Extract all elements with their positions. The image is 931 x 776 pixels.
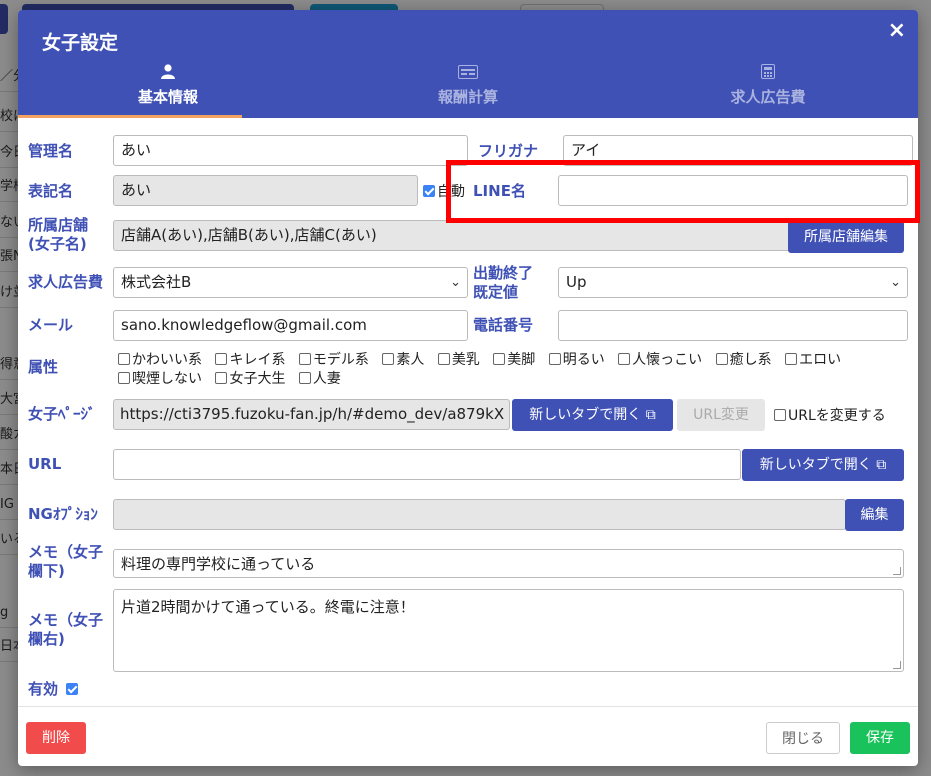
tab-ad-cost[interactable]: 求人広告費 (618, 64, 918, 118)
chevron-down-icon: ⌄ (450, 275, 461, 290)
store-input[interactable]: 店舗A(あい),店舗B(あい),店舗C(あい) (113, 220, 793, 251)
display-name-label: 表記名 (28, 182, 74, 200)
phone-input[interactable] (558, 310, 908, 341)
calculator-icon (618, 64, 918, 84)
tab-basic-info[interactable]: 基本情報 (18, 64, 318, 118)
girl-page-label: 女子ﾍﾟｰｼﾞ (28, 405, 96, 423)
shift-end-label-line1: 出勤終了 (473, 264, 534, 282)
active-checkbox[interactable] (66, 683, 79, 695)
store-label-line2: (女子名) (28, 235, 87, 253)
url-label: URL (28, 455, 62, 473)
attribute-checkbox[interactable]: 癒し系 (715, 349, 772, 369)
memo-bottom-label: メモ（女子 欄下) (28, 543, 104, 580)
attribute-checkbox[interactable]: かわいい系 (118, 349, 202, 369)
shift-end-label: 出勤終了 既定値 (473, 264, 533, 302)
attribute-checkbox[interactable]: 喫煙しない (118, 368, 202, 388)
close-icon[interactable]: × (888, 18, 906, 43)
ng-option-input[interactable] (113, 499, 846, 530)
girl-page-open-button[interactable]: 新しいタブで開く ⧉ (512, 399, 673, 431)
shift-end-selected: Up (566, 273, 587, 291)
external-link-icon: ⧉ (645, 407, 656, 423)
girl-settings-modal: 女子設定 × 基本情報 報酬計算 求人広告費 管理名 あい フリガナ アイ 表記… (18, 10, 918, 766)
memo-bottom-textarea[interactable]: 料理の専門学校に通っている (113, 549, 904, 578)
tab-reward-calc[interactable]: 報酬計算 (318, 64, 618, 118)
resize-grip-icon[interactable] (893, 661, 901, 669)
tab-label: 報酬計算 (437, 88, 498, 106)
external-link-icon: ⧉ (876, 457, 887, 473)
auto-checkbox-box[interactable] (423, 185, 435, 197)
display-name-input[interactable]: あい (113, 175, 418, 206)
girl-page-url-input[interactable]: https://cti3795.fuzoku-fan.jp/h/#demo_de… (113, 399, 510, 430)
close-button[interactable]: 閉じる (766, 722, 840, 754)
admin-name-input[interactable]: あい (113, 135, 468, 166)
attribute-checkbox[interactable]: 素人 (382, 349, 424, 369)
attribute-checkbox[interactable]: 美脚 (493, 349, 535, 369)
attributes-row-2: 喫煙しない 女子大生 人妻 (118, 368, 350, 388)
store-edit-button[interactable]: 所属店舗編集 (788, 221, 904, 253)
change-url-checkbox-box[interactable] (774, 409, 786, 421)
attribute-checkbox[interactable]: 明るい (548, 349, 605, 369)
save-button[interactable]: 保存 (850, 722, 910, 754)
admin-name-label: 管理名 (28, 142, 74, 160)
attribute-checkbox[interactable]: モデル系 (298, 349, 369, 369)
shift-end-select[interactable]: Up ⌄ (558, 267, 908, 298)
ad-cost-selected: 株式会社B (121, 273, 192, 291)
active-label: 有効 (28, 680, 80, 699)
chevron-down-icon: ⌄ (890, 275, 901, 290)
active-tab-indicator (18, 115, 242, 118)
memo-right-label: メモ（女子 欄右) (28, 611, 104, 648)
change-url-checkbox[interactable]: URLを変更する (774, 405, 886, 425)
attributes-row-1: かわいい系 キレイ系 モデル系 素人 美乳 美脚 明るい 人懐っこい 癒し系 エ… (118, 349, 850, 369)
attribute-checkbox[interactable]: 人妻 (298, 368, 341, 388)
attribute-checkbox[interactable]: キレイ系 (215, 349, 285, 369)
ad-cost-select[interactable]: 株式会社B ⌄ (113, 267, 468, 298)
attributes-label: 属性 (28, 358, 59, 376)
attribute-checkbox[interactable]: 美乳 (437, 349, 480, 369)
shift-end-label-line2: 既定値 (473, 283, 519, 301)
store-label-line1: 所属店舗 (28, 216, 89, 234)
ng-option-edit-button[interactable]: 編集 (845, 499, 904, 531)
phone-label: 電話番号 (473, 316, 534, 334)
resize-grip-icon[interactable] (893, 567, 901, 575)
memo-right-textarea[interactable]: 片道2時間かけて通っている。終電に注意！ (113, 589, 904, 672)
user-icon (18, 64, 318, 84)
email-input[interactable]: sano.knowledgeflow@gmail.com (113, 310, 468, 341)
change-url-button[interactable]: URL変更 (677, 399, 765, 431)
url-input[interactable] (113, 449, 741, 480)
attribute-checkbox[interactable]: 女子大生 (215, 368, 285, 388)
attribute-checkbox[interactable]: エロい (785, 349, 841, 369)
attribute-checkbox[interactable]: 人懐っこい (618, 349, 702, 369)
highlight-box (446, 160, 920, 223)
modal-header: 女子設定 × 基本情報 報酬計算 求人広告費 (18, 10, 918, 118)
footer-divider (18, 706, 918, 707)
ng-option-label: NGｵﾌﾟｼｮﾝ (28, 505, 98, 523)
furigana-label: フリガナ (478, 142, 539, 160)
calculator-card-icon (318, 64, 618, 84)
tab-label: 求人広告費 (730, 88, 806, 106)
tab-label: 基本情報 (137, 88, 198, 106)
url-open-button[interactable]: 新しいタブで開く ⧉ (742, 449, 904, 481)
delete-button[interactable]: 削除 (26, 722, 86, 754)
modal-title: 女子設定 (42, 32, 119, 54)
store-label: 所属店舗 (女子名) (28, 216, 88, 254)
ad-cost-label: 求人広告費 (28, 273, 104, 291)
email-label: メール (28, 316, 74, 334)
